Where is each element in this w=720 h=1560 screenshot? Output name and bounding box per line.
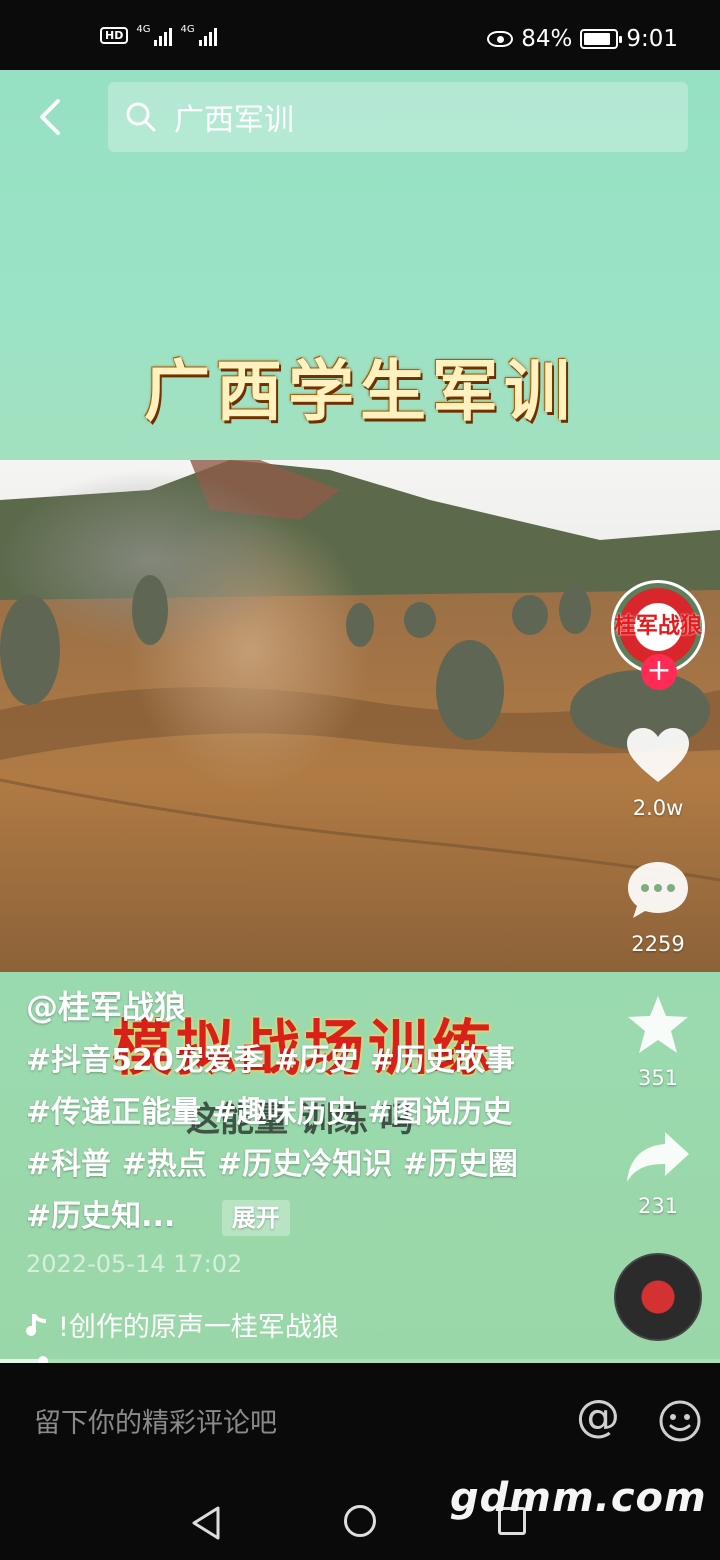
sim2-label: 4G bbox=[180, 24, 195, 35]
heart-icon bbox=[627, 728, 689, 782]
share-arrow-icon bbox=[627, 1132, 689, 1182]
favorite-count: 351 bbox=[637, 1066, 679, 1090]
at-mention-icon[interactable]: @ bbox=[576, 1393, 620, 1441]
share-button[interactable]: 231 bbox=[608, 1128, 708, 1218]
sim1-label: 4G bbox=[136, 24, 151, 35]
video-title-overlay: 广西学生军训 bbox=[144, 352, 576, 430]
comment-bubble-icon bbox=[628, 862, 688, 918]
author-handle[interactable]: @桂军战狼 bbox=[26, 982, 186, 1028]
favorite-button[interactable]: 351 bbox=[608, 994, 708, 1090]
signal-icon-2: 4G bbox=[180, 24, 217, 46]
nav-home-icon[interactable] bbox=[344, 1505, 376, 1537]
comment-count: 2259 bbox=[631, 932, 685, 956]
follow-plus-button[interactable]: + bbox=[641, 654, 677, 690]
eye-icon bbox=[487, 31, 514, 47]
music-info[interactable]: !创作的原声一桂军战狼 bbox=[26, 1305, 339, 1344]
avatar-text: 桂军战狼 bbox=[614, 614, 703, 639]
clock: 9:01 bbox=[626, 26, 678, 52]
battery-icon bbox=[580, 29, 623, 49]
status-left: HD 4G 4G bbox=[100, 24, 217, 46]
search-bar[interactable]: 广西军训 bbox=[108, 82, 688, 152]
signal-icon: 4G bbox=[136, 24, 173, 46]
caption: #抖音520宠爱季 #历史 #历史故事 #传递正能量 #趣味历史 #图说历史 #… bbox=[26, 1035, 526, 1243]
hd-badge: HD bbox=[100, 26, 129, 44]
star-icon bbox=[628, 996, 688, 1053]
comment-bar: 留下你的精彩评论吧 @ bbox=[0, 1363, 720, 1473]
status-right: 84% 9:01 bbox=[487, 26, 678, 52]
emoji-icon[interactable] bbox=[658, 1399, 702, 1443]
back-arrow-icon[interactable] bbox=[30, 95, 70, 139]
like-count: 2.0w bbox=[632, 796, 684, 820]
comment-input[interactable]: 留下你的精彩评论吧 bbox=[34, 1401, 277, 1440]
status-bar: HD 4G 4G 84% 9:01 bbox=[0, 0, 720, 70]
nav-back-icon[interactable] bbox=[190, 1505, 222, 1541]
like-button[interactable]: 2.0w bbox=[608, 726, 708, 820]
search-query: 广西军训 bbox=[174, 103, 294, 138]
comment-button[interactable]: 2259 bbox=[608, 858, 708, 956]
music-note-icon bbox=[26, 1313, 46, 1336]
post-date: 2022-05-14 17:02 bbox=[26, 1250, 243, 1278]
site-watermark: gdmm.com bbox=[450, 1475, 707, 1521]
music-title: !创作的原声一桂军战狼 bbox=[58, 1312, 339, 1343]
battery-percent: 84% bbox=[521, 26, 573, 52]
search-icon bbox=[126, 102, 156, 132]
share-count: 231 bbox=[637, 1194, 679, 1218]
music-disc-icon[interactable] bbox=[614, 1253, 702, 1341]
expand-button[interactable]: 展开 bbox=[221, 1199, 290, 1236]
